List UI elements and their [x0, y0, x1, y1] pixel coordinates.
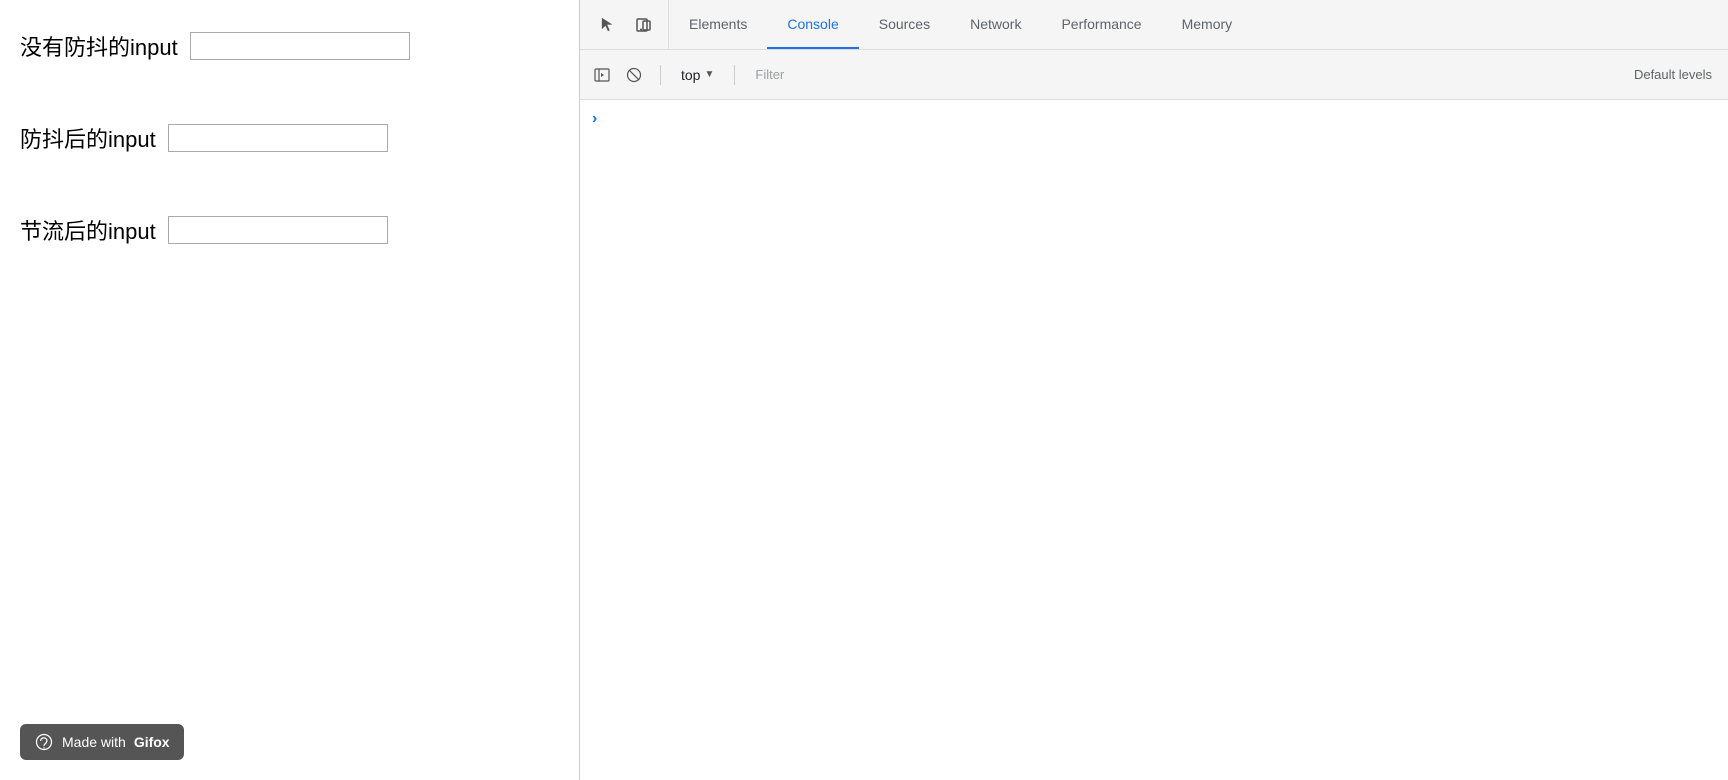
sidebar-icon [594, 67, 610, 83]
device-mode-button[interactable] [628, 9, 660, 41]
throttle-input[interactable] [168, 216, 388, 244]
clear-console-button[interactable] [620, 61, 648, 89]
console-content[interactable]: › [580, 100, 1728, 780]
input-label-2: 防抖后的input [20, 122, 156, 154]
devtools-tabs: Elements Console Sources Network Perform… [669, 0, 1724, 49]
console-sidebar-button[interactable] [588, 61, 616, 89]
tab-elements[interactable]: Elements [669, 0, 767, 49]
device-icon [635, 16, 653, 34]
inspect-element-button[interactable] [592, 9, 624, 41]
toolbar-divider-2 [734, 65, 735, 85]
console-filter-input[interactable] [747, 61, 1626, 89]
input-row-2: 防抖后的input [20, 122, 559, 154]
clear-icon [626, 67, 642, 83]
devtools-toolbar: Elements Console Sources Network Perform… [580, 0, 1728, 50]
context-arrow-icon: ▼ [704, 69, 714, 80]
context-selector[interactable]: top ▼ [673, 63, 722, 87]
input-label-3: 节流后的input [20, 214, 156, 246]
tab-sources[interactable]: Sources [859, 0, 950, 49]
tab-performance[interactable]: Performance [1041, 0, 1161, 49]
input-row-1: 没有防抖的input [20, 30, 559, 62]
console-chevron-icon[interactable]: › [580, 104, 1728, 134]
devtools-panel: Elements Console Sources Network Perform… [580, 0, 1728, 780]
toolbar-divider [660, 65, 661, 85]
tab-console[interactable]: Console [767, 0, 858, 49]
tab-network[interactable]: Network [950, 0, 1041, 49]
debounce-input[interactable] [168, 124, 388, 152]
input-label-1: 没有防抖的input [20, 30, 178, 62]
gifox-badge-brand: Gifox [134, 734, 170, 750]
gifox-icon [34, 732, 54, 752]
context-value: top [681, 67, 700, 83]
default-levels-label: Default levels [1634, 67, 1720, 82]
no-debounce-input[interactable] [190, 32, 410, 60]
input-row-3: 节流后的input [20, 214, 559, 246]
console-toolbar: top ▼ Default levels [580, 50, 1728, 100]
tab-memory[interactable]: Memory [1162, 0, 1253, 49]
gifox-badge-prefix: Made with [62, 734, 126, 750]
devtools-toolbar-icons [584, 0, 669, 49]
console-toolbar-icons [588, 61, 648, 89]
gifox-badge: Made with Gifox [20, 724, 184, 760]
webpage-panel: 没有防抖的input 防抖后的input 节流后的input Made with… [0, 0, 580, 780]
cursor-icon [599, 16, 617, 34]
